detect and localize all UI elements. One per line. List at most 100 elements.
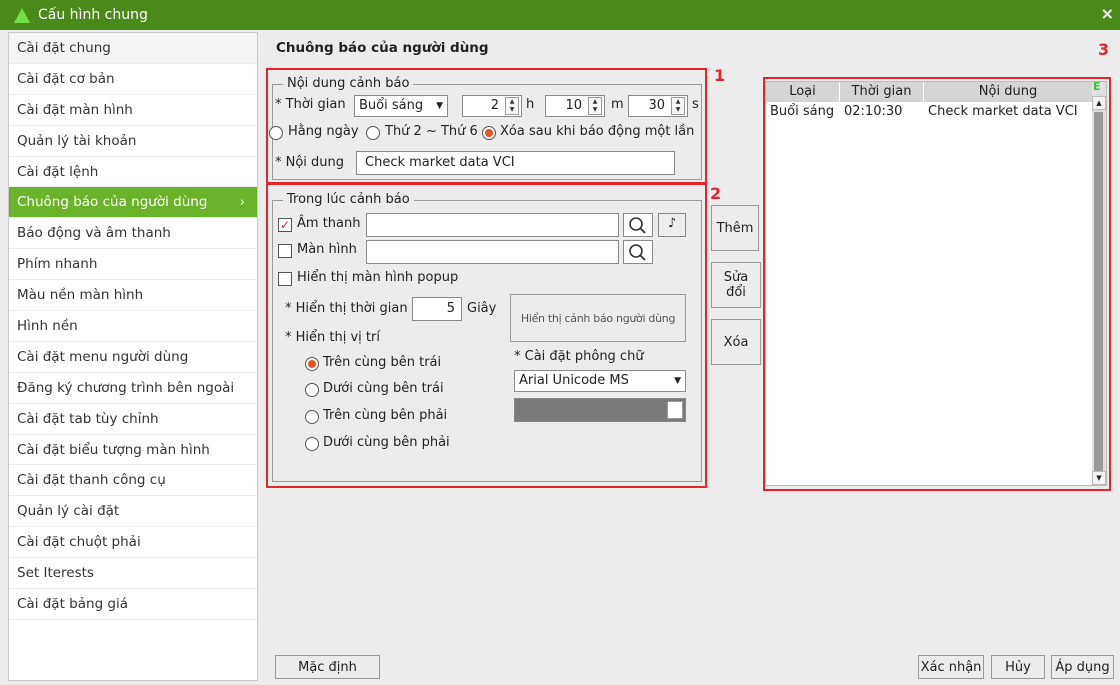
- column-header-time[interactable]: Thời gian: [840, 82, 924, 102]
- position-top-left-radio[interactable]: [305, 357, 319, 371]
- display-time-unit: Giây: [467, 301, 497, 316]
- chevron-right-icon: ›: [239, 194, 245, 211]
- sidebar-item-alarm-sound[interactable]: Báo động và âm thanh: [9, 218, 257, 250]
- position-top-right-radio[interactable]: [305, 410, 319, 424]
- sidebar-item-screen[interactable]: Cài đặt màn hình: [9, 95, 257, 126]
- dropdown-arrow-icon: ▼: [674, 376, 681, 386]
- confirm-button[interactable]: Xác nhận: [918, 655, 984, 679]
- minute-value: 10: [565, 98, 582, 113]
- repeat-daily-radio[interactable]: [269, 126, 283, 140]
- color-picker-handle[interactable]: [667, 401, 683, 419]
- alert-list: Loại Thời gian Nội dung Buổi sáng 02:10:…: [765, 80, 1107, 486]
- minute-spin-buttons[interactable]: ▲ ▼: [588, 97, 602, 115]
- display-time-input[interactable]: 5: [412, 297, 462, 321]
- font-select[interactable]: Arial Unicode MS ▼: [514, 370, 686, 392]
- sidebar-item-accounts[interactable]: Quản lý tài khoản: [9, 126, 257, 157]
- sound-checkbox[interactable]: ✓: [278, 218, 292, 232]
- sidebar-item-price-board[interactable]: Cài đặt bảng giá: [9, 589, 257, 620]
- hour-spinner[interactable]: 2 ▲ ▼: [462, 95, 522, 117]
- position-bottom-right-radio[interactable]: [305, 437, 319, 451]
- scroll-down-icon[interactable]: ▼: [1092, 471, 1106, 485]
- screen-label: Màn hình: [297, 242, 357, 257]
- popup-label: Hiển thị màn hình popup: [297, 270, 459, 285]
- cancel-button[interactable]: Hủy: [991, 655, 1045, 679]
- default-button[interactable]: Mặc định: [275, 655, 380, 679]
- search-icon: [629, 217, 646, 234]
- sidebar-item-right-click[interactable]: Cài đặt chuột phải: [9, 527, 257, 559]
- page-title: Chuông báo của người dùng: [276, 40, 489, 56]
- font-setting-label: * Cài đặt phông chữ: [514, 349, 644, 364]
- sidebar-item-screen-icons[interactable]: Cài đặt biểu tượng màn hình: [9, 435, 257, 466]
- sidebar-item-user-menu[interactable]: Cài đặt menu người dùng: [9, 342, 257, 373]
- screen-checkbox[interactable]: [278, 244, 292, 258]
- sidebar-item-bg-color[interactable]: Màu nền màn hình: [9, 280, 257, 312]
- sidebar-item-label: Màu nền màn hình: [17, 287, 144, 304]
- second-spin-buttons[interactable]: ▲ ▼: [671, 97, 685, 115]
- add-button[interactable]: Thêm: [711, 205, 759, 251]
- preview-alert-button[interactable]: Hiển thị cảnh báo người dùng: [510, 294, 686, 342]
- delete-button[interactable]: Xóa: [711, 319, 761, 365]
- search-icon: [629, 244, 646, 261]
- sidebar-item-label: Cài đặt biểu tượng màn hình: [17, 441, 210, 458]
- during-alert-legend: Trong lúc cảnh báo: [283, 192, 414, 207]
- sound-browse-button[interactable]: [623, 213, 653, 237]
- sidebar-item-hotkeys[interactable]: Phím nhanh: [9, 249, 257, 281]
- scroll-up-icon[interactable]: ▲: [1092, 96, 1106, 110]
- cell-time: 02:10:30: [844, 104, 903, 119]
- font-value: Arial Unicode MS: [519, 373, 629, 388]
- second-spinner[interactable]: 30 ▲ ▼: [628, 95, 688, 117]
- screen-file-input[interactable]: [366, 240, 619, 264]
- table-row[interactable]: Buổi sáng 02:10:30 Check market data VCI: [766, 103, 1093, 121]
- screen-browse-button[interactable]: [623, 240, 653, 264]
- second-unit: s: [692, 97, 699, 112]
- spin-up-icon[interactable]: ▲: [589, 98, 601, 106]
- content-input[interactable]: Check market data VCI: [356, 151, 675, 175]
- sidebar-item-manage-settings[interactable]: Quản lý cài đặt: [9, 496, 257, 528]
- sidebar-item-orders[interactable]: Cài đặt lệnh: [9, 157, 257, 188]
- content-label: * Nội dung: [275, 155, 345, 170]
- sidebar-item-basic[interactable]: Cài đặt cơ bản: [9, 64, 257, 95]
- sound-file-input[interactable]: [366, 213, 619, 237]
- sidebar-item-label: Cài đặt tab tùy chỉnh: [17, 410, 159, 427]
- spin-up-icon[interactable]: ▲: [506, 98, 518, 106]
- position-top-right-label: Trên cùng bên phải: [323, 408, 448, 423]
- close-icon[interactable]: ×: [1101, 4, 1114, 23]
- spin-down-icon[interactable]: ▼: [589, 106, 601, 114]
- session-select[interactable]: Buổi sáng ▼: [354, 95, 448, 117]
- play-sound-button[interactable]: ♪: [658, 213, 686, 237]
- font-color-swatch[interactable]: [514, 398, 686, 422]
- dropdown-arrow-icon: ▼: [436, 101, 443, 111]
- sidebar-item-custom-tabs[interactable]: Cài đặt tab tùy chỉnh: [9, 404, 257, 435]
- annotation-label-2: 2: [710, 184, 722, 203]
- display-time-label: * Hiển thị thời gian: [285, 301, 408, 316]
- sidebar-item-label: Cài đặt chung: [17, 40, 111, 56]
- minute-unit: m: [611, 97, 624, 112]
- repeat-weekdays-label: Thứ 2 ~ Thứ 6: [385, 124, 478, 139]
- hour-spin-buttons[interactable]: ▲ ▼: [505, 97, 519, 115]
- edit-button[interactable]: Sửa đổi: [711, 262, 761, 308]
- sidebar-item-label: Cài đặt bảng giá: [17, 596, 129, 613]
- sidebar-item-user-alarm[interactable]: Chuông báo của người dùng ›: [9, 187, 257, 219]
- spin-up-icon[interactable]: ▲: [672, 98, 684, 106]
- column-header-content[interactable]: Nội dung: [924, 82, 1093, 102]
- spin-down-icon[interactable]: ▼: [506, 106, 518, 114]
- window-title: Cấu hình chung: [38, 7, 148, 23]
- sidebar-item-general[interactable]: Cài đặt chung: [9, 33, 257, 64]
- vertical-scrollbar[interactable]: E ▲ ▼: [1092, 80, 1106, 485]
- repeat-weekdays-radio[interactable]: [366, 126, 380, 140]
- repeat-once-label: Xóa sau khi báo động một lần: [500, 124, 695, 139]
- position-bottom-left-radio[interactable]: [305, 383, 319, 397]
- repeat-daily-label: Hằng ngày: [288, 124, 359, 139]
- column-header-type[interactable]: Loại: [766, 82, 840, 102]
- sidebar-item-interests[interactable]: Set Iterests: [9, 558, 257, 590]
- sidebar-item-wallpaper[interactable]: Hình nền: [9, 311, 257, 342]
- spin-down-icon[interactable]: ▼: [672, 106, 684, 114]
- minute-spinner[interactable]: 10 ▲ ▼: [545, 95, 605, 117]
- popup-checkbox[interactable]: [278, 272, 292, 286]
- scroll-thumb[interactable]: [1094, 112, 1103, 477]
- sidebar-item-toolbar[interactable]: Cài đặt thanh công cụ: [9, 465, 257, 497]
- sidebar-item-external-programs[interactable]: Đăng ký chương trình bên ngoài: [9, 373, 257, 404]
- repeat-once-radio[interactable]: [482, 126, 496, 140]
- window-title-bar: Cấu hình chung ×: [0, 0, 1120, 30]
- apply-button[interactable]: Áp dụng: [1051, 655, 1114, 679]
